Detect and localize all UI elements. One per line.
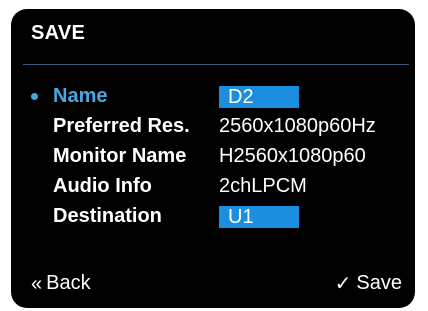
name-field-value: D2 (228, 86, 254, 108)
selection-bullet-icon (31, 93, 38, 100)
destination-field[interactable]: U1 (219, 206, 299, 228)
name-field[interactable]: D2 (219, 86, 299, 108)
preferred-res-value: 2560x1080p60Hz (219, 115, 376, 137)
row-name[interactable]: Name D2 (11, 85, 415, 111)
row-preferred-res: Preferred Res. 2560x1080p60Hz (11, 115, 415, 141)
audio-info-value: 2chLPCM (219, 175, 307, 197)
row-label: Monitor Name (53, 145, 187, 167)
save-label: Save (356, 272, 402, 294)
row-label: Name (53, 85, 108, 107)
row-label: Preferred Res. (53, 115, 190, 137)
check-icon: ✓ (334, 272, 352, 295)
row-label: Audio Info (53, 175, 152, 197)
device-frame: SAVE Name D2 Preferred Res. 2560x1080p60… (0, 0, 428, 311)
monitor-name-value: H2560x1080p60 (219, 145, 366, 167)
destination-field-value: U1 (228, 206, 254, 228)
row-monitor-name: Monitor Name H2560x1080p60 (11, 145, 415, 171)
back-label: Back (46, 272, 91, 294)
row-destination[interactable]: Destination U1 (11, 205, 415, 231)
page-title: SAVE (31, 22, 86, 44)
row-audio-info: Audio Info 2chLPCM (11, 175, 415, 201)
title-divider (23, 64, 409, 65)
back-button[interactable]: « Back (31, 272, 91, 295)
row-label: Destination (53, 205, 162, 227)
save-button[interactable]: ✓ Save (335, 272, 402, 295)
screen: SAVE Name D2 Preferred Res. 2560x1080p60… (11, 9, 415, 308)
double-chevron-left-icon: « (31, 272, 43, 295)
